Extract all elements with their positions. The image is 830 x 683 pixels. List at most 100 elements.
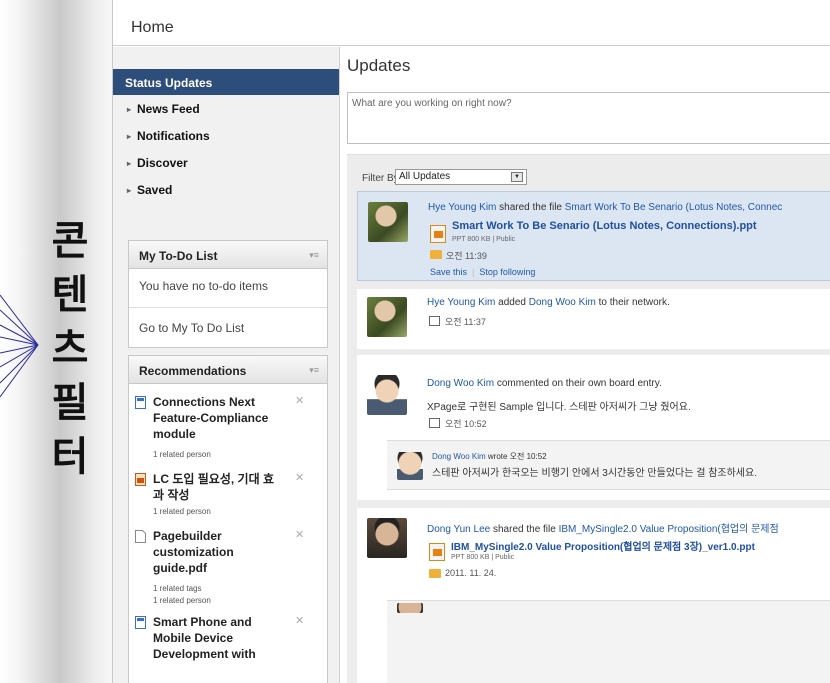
- dismiss-icon[interactable]: ✕: [295, 394, 304, 407]
- ppt-file-icon: [429, 543, 445, 561]
- ppt-file-icon: [430, 225, 446, 243]
- entry-time: 오전 10:52: [445, 419, 487, 429]
- feed-entry: Dong Woo Kim commented on their own boar…: [357, 355, 830, 500]
- todo-panel-title: My To-Do List: [139, 249, 218, 263]
- save-this-link[interactable]: Save this: [430, 267, 467, 277]
- entry-time: 오전 11:37: [445, 317, 486, 327]
- sidebar-item-label: News Feed: [137, 102, 200, 116]
- todo-panel: My To-Do List ▾≡ You have no to-do items…: [128, 240, 328, 348]
- entry-body: XPage로 구현된 Sample 입니다. 스테판 아저씨가 그냥 줬어요.: [427, 402, 691, 413]
- filter-select[interactable]: All Updates ▼: [395, 169, 527, 185]
- todo-empty-text: You have no to-do items: [139, 279, 268, 293]
- todo-panel-header: My To-Do List ▾≡: [129, 241, 327, 269]
- expand-arrow-icon: ▸: [127, 105, 132, 114]
- panel-menu-icon[interactable]: ▾≡: [309, 250, 319, 261]
- stop-following-link[interactable]: Stop following: [479, 267, 535, 277]
- dismiss-icon[interactable]: ✕: [295, 614, 304, 627]
- entry-action-text: added: [495, 297, 529, 308]
- avatar[interactable]: [397, 452, 423, 480]
- clock-icon: [429, 418, 440, 428]
- page-title: Home: [131, 19, 174, 36]
- avatar[interactable]: [368, 202, 408, 242]
- recommendation-title[interactable]: Connections Next Feature-Compliance modu…: [153, 394, 283, 442]
- activity-feed: Filter By: All Updates ▼ Hye Young Kim s…: [347, 154, 830, 683]
- target-link[interactable]: IBM_MySingle2.0 Value Proposition(협업의 문제…: [559, 524, 779, 535]
- file-title-link[interactable]: IBM_MySingle2.0 Value Proposition(협업의 문제…: [451, 538, 755, 553]
- sidebar-item-notifications[interactable]: ▸ Notifications: [113, 129, 339, 153]
- sidebar-item-status-updates[interactable]: Status Updates: [113, 69, 339, 95]
- actor-link[interactable]: Dong Woo Kim: [427, 378, 494, 389]
- avatar[interactable]: [367, 518, 407, 558]
- entry-time: 2011. 11. 24.: [445, 568, 497, 578]
- folder-icon: [429, 569, 441, 578]
- recommendation-item[interactable]: Smart Phone and Mobile Device Developmen…: [135, 614, 320, 674]
- updates-title: Updates: [347, 56, 411, 75]
- actor-link[interactable]: Hye Young Kim: [427, 297, 495, 308]
- recommendation-meta: 1 related person: [153, 507, 211, 516]
- recommendations-panel-header: Recommendations ▾≡: [129, 356, 327, 384]
- actor-link[interactable]: Dong Yun Lee: [427, 524, 490, 535]
- main-content: Updates Filter By: All Updates ▼ Hye You…: [341, 47, 830, 683]
- sidebar-item-discover[interactable]: ▸ Discover: [113, 156, 339, 180]
- panel-menu-icon[interactable]: ▾≡: [309, 365, 319, 376]
- recommendation-title[interactable]: LC 도입 필요성, 기대 효과 작성: [153, 471, 283, 503]
- target-link[interactable]: Dong Woo Kim: [529, 297, 596, 308]
- top-bar: Home: [113, 0, 830, 46]
- expand-arrow-icon: ▸: [127, 186, 132, 195]
- recommendation-meta: 1 related person: [153, 450, 211, 459]
- divider: [129, 307, 327, 308]
- feed-entry: Dong Yun Lee shared the file IBM_MySingl…: [357, 508, 830, 683]
- caption-char: 터: [51, 434, 89, 480]
- entry-actions: Save this | Stop following: [430, 267, 535, 277]
- target-link[interactable]: Smart Work To Be Senario (Lotus Notes, C…: [565, 202, 783, 213]
- reply-meta: wrote 오전 10:52: [485, 452, 547, 461]
- avatar[interactable]: [397, 603, 423, 613]
- entry-action-text: to their network.: [595, 297, 670, 308]
- divider: |: [472, 267, 475, 277]
- recommendation-item[interactable]: Pagebuilder customization guide.pdf ✕ 1 …: [135, 528, 320, 610]
- dismiss-icon[interactable]: ✕: [295, 471, 304, 484]
- reply-author-link[interactable]: Dong Woo Kim: [432, 452, 486, 461]
- recommendation-title[interactable]: Smart Phone and Mobile Device Developmen…: [153, 614, 283, 662]
- sidebar-item-news-feed[interactable]: ▸ News Feed: [113, 102, 339, 126]
- todo-list-link[interactable]: Go to My To Do List: [139, 321, 244, 335]
- status-input[interactable]: [348, 93, 830, 114]
- entry-headline: Dong Woo Kim commented on their own boar…: [427, 378, 662, 389]
- file-title-link[interactable]: Smart Work To Be Senario (Lotus Notes, C…: [452, 220, 757, 232]
- clock-icon: [429, 316, 440, 326]
- document-icon: [135, 473, 146, 486]
- entry-headline: Hye Young Kim added Dong Woo Kim to thei…: [427, 297, 670, 308]
- recommendation-item[interactable]: LC 도입 필요성, 기대 효과 작성 ✕ 1 related person: [135, 471, 320, 526]
- document-icon: [135, 396, 146, 409]
- caption-char: 콘: [51, 218, 89, 264]
- expand-arrow-icon: ▸: [127, 132, 132, 141]
- document-icon: [135, 530, 146, 543]
- entry-action-text: shared the file: [490, 524, 559, 535]
- avatar[interactable]: [367, 297, 407, 337]
- sidebar-item-saved[interactable]: ▸ Saved: [113, 183, 339, 207]
- expand-arrow-icon: ▸: [127, 159, 132, 168]
- document-icon: [135, 616, 146, 629]
- vertical-caption: 콘 텐 츠 필 터: [40, 214, 100, 484]
- status-update-box[interactable]: [347, 92, 830, 144]
- caption-char: 츠: [51, 326, 89, 372]
- recommendation-title[interactable]: Pagebuilder customization guide.pdf: [153, 528, 283, 576]
- caption-char: 필: [51, 380, 89, 426]
- entry-headline: Hye Young Kim shared the file Smart Work…: [428, 202, 782, 213]
- entry-headline: Dong Yun Lee shared the file IBM_MySingl…: [427, 520, 779, 535]
- dismiss-icon[interactable]: ✕: [295, 528, 304, 541]
- reply-comment: [387, 600, 830, 683]
- app-window: Home Status Updates ▸ News Feed ▸ Notifica…: [112, 0, 830, 683]
- file-meta: PPT 800 KB | Public: [452, 236, 516, 243]
- reply-comment: Dong Woo Kim wrote 오전 10:52 스테판 아저씨가 한국오…: [387, 440, 830, 490]
- recommendations-panel: Recommendations ▾≡ Connections Next Feat…: [128, 355, 328, 683]
- file-meta: PPT 800 KB | Public: [451, 554, 515, 561]
- avatar[interactable]: [367, 375, 407, 415]
- recommendation-meta: 1 related person: [153, 596, 211, 605]
- entry-action-text: commented on their own board entry.: [494, 378, 662, 389]
- sidebar-item-label: Discover: [137, 156, 188, 170]
- filter-select-value: All Updates: [399, 171, 451, 182]
- recommendation-item[interactable]: Connections Next Feature-Compliance modu…: [135, 394, 320, 464]
- entry-action-text: shared the file: [496, 202, 565, 213]
- actor-link[interactable]: Hye Young Kim: [428, 202, 496, 213]
